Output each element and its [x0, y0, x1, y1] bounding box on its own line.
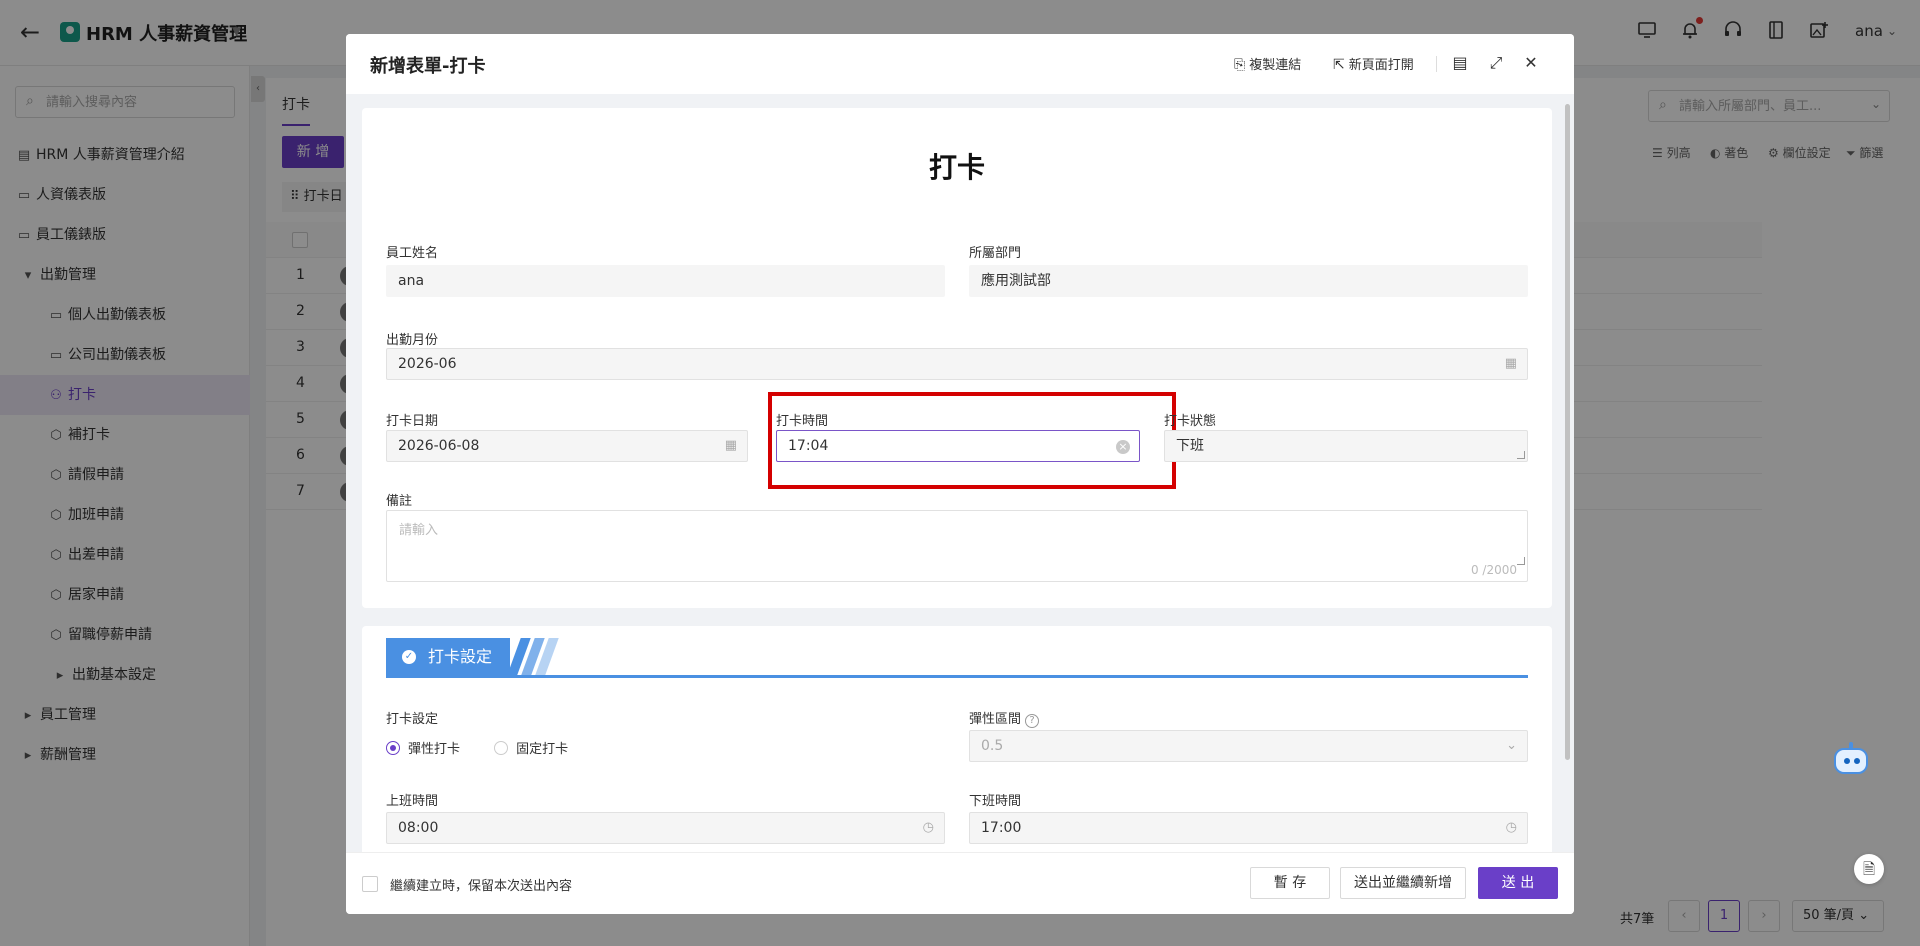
punch-time-value: 17:04: [788, 438, 829, 454]
punch-setting-label: 打卡設定: [386, 712, 439, 727]
start-time-value: 08:00: [398, 820, 439, 836]
flex-interval-label-text: 彈性區間: [969, 712, 1022, 727]
form-card: 打卡 員工姓名 ana 所屬部門 應用測試部 出勤月份 2026-06 ▦ 打卡日…: [362, 108, 1552, 608]
punch-settings-card: ✓ 打卡設定 打卡設定 彈性打卡 固定打卡 彈性區間? 0.5 ⌄ 上班時間 08…: [362, 626, 1552, 852]
form-title: 打卡: [928, 151, 985, 184]
punch-date-field[interactable]: 2026-06-08 ▦: [386, 430, 748, 462]
radio-unselected-icon: [494, 741, 509, 755]
end-time-field[interactable]: 17:00 ◷: [969, 812, 1528, 844]
punch-setting-radio-group: 彈性打卡 固定打卡: [386, 738, 598, 757]
save-draft-button[interactable]: 暫 存: [1250, 867, 1330, 899]
help-icon[interactable]: ?: [1025, 714, 1040, 728]
robot-eye: [1844, 758, 1850, 764]
punch-date-label: 打卡日期: [386, 414, 439, 429]
form-modal: 新增表單-打卡 ⎘ 複製連結 ⇱ 新頁面打開 ▤ ⤢ ✕ 打卡 員工姓名 ana 所…: [346, 34, 1574, 914]
remarks-field[interactable]: 0 /2000: [386, 510, 1528, 582]
department-label: 所屬部門: [969, 246, 1022, 261]
submit-button[interactable]: 送 出: [1478, 867, 1558, 899]
modal-title: 新增表單-打卡: [370, 56, 486, 77]
employee-name-label: 員工姓名: [386, 246, 439, 261]
chevron-down-icon[interactable]: ⌄: [1506, 731, 1517, 761]
flex-interval-select[interactable]: 0.5 ⌄: [969, 730, 1528, 762]
modal-header: 新增表單-打卡 ⎘ 複製連結 ⇱ 新頁面打開 ▤ ⤢ ✕: [346, 34, 1574, 94]
close-icon[interactable]: ✕: [1520, 52, 1542, 74]
external-link-icon: ⇱: [1333, 57, 1345, 73]
assistant-robot-icon[interactable]: [1830, 742, 1872, 782]
robot-eye: [1854, 758, 1860, 764]
radio-flexible-label: 彈性打卡: [408, 742, 461, 757]
department-field: 應用測試部: [969, 265, 1528, 297]
submit-and-continue-button[interactable]: 送出並繼續新增: [1340, 867, 1466, 899]
remarks-char-count: 0 /2000: [1470, 563, 1517, 577]
end-time-label: 下班時間: [969, 794, 1022, 809]
start-time-field[interactable]: 08:00 ◷: [386, 812, 945, 844]
radio-fixed[interactable]: 固定打卡: [494, 741, 569, 757]
punch-time-label: 打卡時間: [776, 414, 829, 429]
fullscreen-icon[interactable]: ⤢: [1485, 52, 1507, 74]
document-icon[interactable]: 🗎: [1854, 854, 1884, 884]
resize-handle[interactable]: [1517, 557, 1525, 565]
keep-content-checkbox[interactable]: [362, 876, 378, 892]
header-divider: [1436, 56, 1437, 72]
copy-icon: ⎘: [1234, 57, 1246, 73]
attendance-month-label: 出勤月份: [386, 333, 439, 348]
open-new-page-button[interactable]: ⇱ 新頁面打開: [1333, 54, 1414, 73]
punch-status-label: 打卡狀態: [1164, 414, 1217, 429]
remarks-label: 備註: [386, 494, 413, 509]
radio-flexible[interactable]: 彈性打卡: [386, 741, 461, 757]
clock-icon[interactable]: ◷: [923, 813, 934, 843]
radio-fixed-label: 固定打卡: [516, 742, 569, 757]
modal-body: 打卡 員工姓名 ana 所屬部門 應用測試部 出勤月份 2026-06 ▦ 打卡日…: [346, 94, 1574, 852]
start-time-label: 上班時間: [386, 794, 439, 809]
flex-interval-value: 0.5: [981, 738, 1004, 754]
calendar-icon[interactable]: ▦: [1505, 349, 1517, 379]
punch-status-field[interactable]: 下班: [1164, 430, 1528, 462]
flex-interval-label: 彈性區間?: [969, 708, 1040, 728]
copy-link-button[interactable]: ⎘ 複製連結: [1234, 54, 1301, 73]
side-panel-icon[interactable]: ▤: [1449, 52, 1471, 74]
section-header: ✓ 打卡設定: [386, 638, 1528, 678]
check-circle-icon: ✓: [402, 650, 416, 664]
clock-icon[interactable]: ◷: [1506, 813, 1517, 843]
attendance-month-value: 2026-06: [398, 356, 457, 372]
modal-footer: 繼續建立時，保留本次送出內容 暫 存 送出並繼續新增 送 出: [346, 852, 1574, 914]
punch-time-input[interactable]: 17:04 ×: [776, 430, 1140, 462]
calendar-icon[interactable]: ▦: [725, 431, 737, 461]
punch-status-value: 下班: [1176, 438, 1204, 454]
section-title-text: 打卡設定: [428, 647, 493, 666]
copy-link-label: 複製連結: [1249, 58, 1302, 73]
keep-content-label: 繼續建立時，保留本次送出內容: [390, 879, 573, 894]
resize-handle[interactable]: [1517, 451, 1525, 459]
open-new-page-label: 新頁面打開: [1348, 58, 1414, 73]
department-value: 應用測試部: [981, 273, 1051, 289]
section-title: ✓ 打卡設定: [386, 638, 510, 675]
end-time-value: 17:00: [981, 820, 1022, 836]
employee-name-value: ana: [398, 273, 425, 289]
radio-selected-icon: [386, 741, 400, 755]
robot-head: [1834, 748, 1868, 774]
punch-date-value: 2026-06-08: [398, 438, 480, 454]
remarks-textarea[interactable]: [399, 519, 1509, 559]
employee-name-field: ana: [386, 265, 945, 297]
attendance-month-field[interactable]: 2026-06 ▦: [386, 348, 1528, 380]
scrollbar-thumb[interactable]: [1565, 104, 1570, 760]
clear-icon[interactable]: ×: [1116, 440, 1130, 454]
